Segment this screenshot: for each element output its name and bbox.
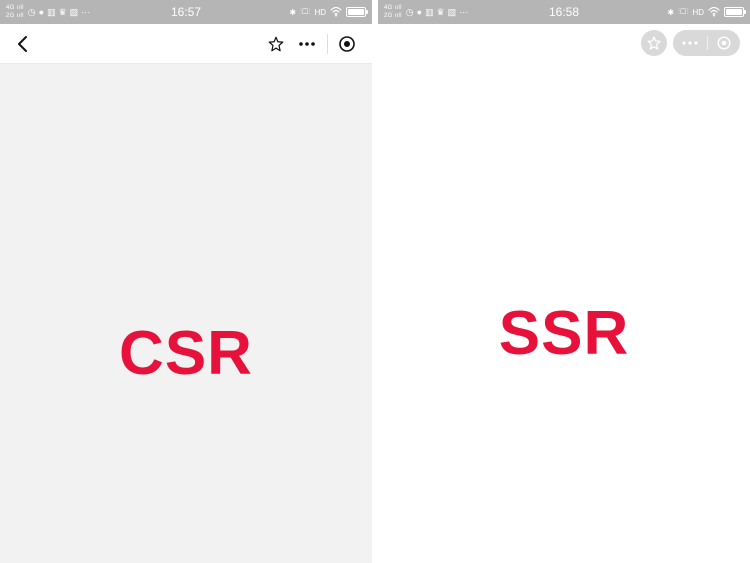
back-button[interactable] <box>10 31 36 57</box>
clock-icon: ◷ <box>406 7 414 18</box>
wifi-icon <box>708 7 720 17</box>
status-bar: 4G ııll 2G ııll ◷ ● ▥ ♛ ▧ ⋯ 16:58 ✱ ⫶▢⫶ … <box>378 0 750 24</box>
more-status-icon: ⋯ <box>459 7 468 18</box>
render-mode-label: CSR <box>119 318 253 389</box>
network-labels: 4G ııll 2G ııll <box>384 4 402 20</box>
network-4g: 4G ııll <box>384 4 402 12</box>
nav-divider <box>327 34 328 54</box>
network-2g: 2G ııll <box>384 12 402 20</box>
calendar-icon: ▥ <box>47 7 56 18</box>
vibrate-icon: ⫶▢⫶ <box>300 7 310 17</box>
network-4g: 4G ııll <box>6 4 24 12</box>
bluetooth-icon: ✱ <box>667 8 674 17</box>
chat-icon: ● <box>39 7 44 17</box>
status-right-cluster: ✱ ⫶▢⫶ HD <box>667 7 744 17</box>
image-icon: ▧ <box>70 7 79 18</box>
favorite-button[interactable] <box>641 30 667 56</box>
status-left-cluster: 4G ııll 2G ııll ◷ ● ▥ ♛ ▧ ⋯ <box>384 4 468 20</box>
battery-icon <box>724 7 744 17</box>
hd-icon: HD <box>692 8 704 17</box>
status-bar: 4G ııll 2G ııll ◷ ● ▥ ♛ ▧ ⋯ 16:57 ✱ ⫶▢⫶ … <box>0 0 372 24</box>
network-labels: 4G ııll 2G ııll <box>6 4 24 20</box>
more-button[interactable] <box>291 31 323 57</box>
status-right-cluster: ✱ ⫶▢⫶ HD <box>289 7 366 17</box>
crown-icon: ♛ <box>59 7 67 18</box>
target-button[interactable] <box>332 31 362 57</box>
favorite-button[interactable] <box>261 31 291 57</box>
bluetooth-icon: ✱ <box>289 8 296 17</box>
status-icons-left: ◷ ● ▥ ♛ ▧ ⋯ <box>28 7 90 18</box>
phone-csr: 4G ııll 2G ııll ◷ ● ▥ ♛ ▧ ⋯ 16:57 ✱ ⫶▢⫶ … <box>0 0 372 563</box>
status-time: 16:58 <box>549 5 579 19</box>
wifi-icon <box>330 7 342 17</box>
hd-icon: HD <box>314 8 326 17</box>
action-pill <box>673 30 740 56</box>
crown-icon: ♛ <box>437 7 445 18</box>
content-area: SSR <box>378 24 750 563</box>
network-2g: 2G ııll <box>6 12 24 20</box>
chat-icon: ● <box>417 7 422 17</box>
content-area: CSR <box>0 64 372 563</box>
target-button[interactable] <box>716 35 732 51</box>
battery-icon <box>346 7 366 17</box>
clock-icon: ◷ <box>28 7 36 18</box>
status-time: 16:57 <box>171 5 201 19</box>
phone-ssr: 4G ııll 2G ııll ◷ ● ▥ ♛ ▧ ⋯ 16:58 ✱ ⫶▢⫶ … <box>378 0 750 563</box>
vibrate-icon: ⫶▢⫶ <box>678 7 688 17</box>
image-icon: ▧ <box>448 7 457 18</box>
more-status-icon: ⋯ <box>81 7 90 18</box>
floating-actions <box>641 30 740 56</box>
status-left-cluster: 4G ııll 2G ııll ◷ ● ▥ ♛ ▧ ⋯ <box>6 4 90 20</box>
render-mode-label: SSR <box>499 298 629 369</box>
pill-divider <box>707 36 708 50</box>
status-icons-left: ◷ ● ▥ ♛ ▧ ⋯ <box>406 7 468 18</box>
nav-bar <box>0 24 372 64</box>
calendar-icon: ▥ <box>425 7 434 18</box>
more-button[interactable] <box>681 36 699 50</box>
